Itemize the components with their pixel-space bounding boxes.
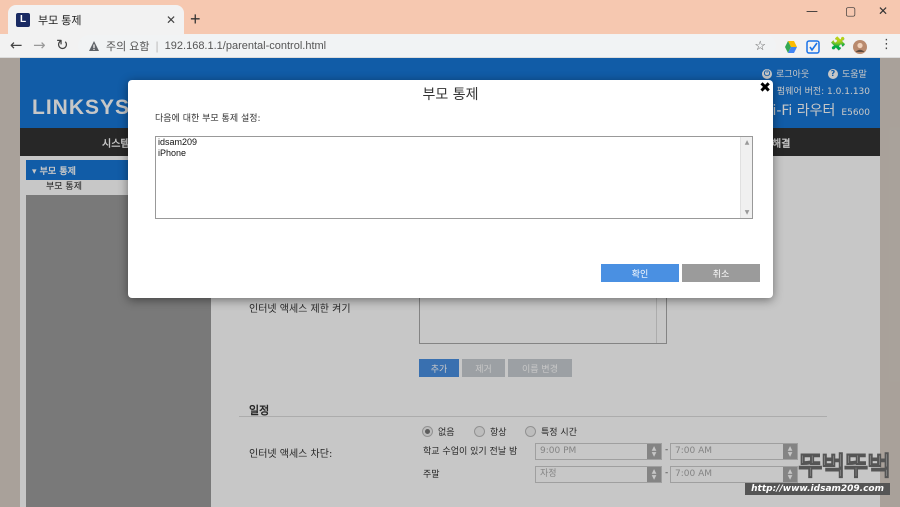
parental-control-dialog: 부모 통제 ✖ 다음에 대한 부모 통제 설정: idsam209 iPhone… <box>128 80 773 298</box>
linksys-favicon-icon: L <box>16 12 30 27</box>
bookmark-star-icon[interactable]: ☆ <box>754 38 766 54</box>
security-warning-text: 주의 요함 <box>106 41 150 53</box>
address-bar[interactable]: 주의 요함 | 192.168.1.1/parental-control.htm… <box>78 35 776 57</box>
tab-close-icon[interactable]: ✕ <box>166 13 176 27</box>
browser-menu-icon[interactable]: ⋮ <box>880 37 894 52</box>
close-icon[interactable]: ✖ <box>759 80 771 96</box>
scroll-down-icon[interactable]: ▼ <box>741 209 753 216</box>
cancel-button[interactable]: 취소 <box>682 264 760 282</box>
tab-title: 부모 통제 <box>38 14 82 27</box>
browser-tabbar: L 부모 통제 ✕ + — ▢ ✕ <box>0 0 900 34</box>
window-minimize-icon[interactable]: — <box>806 4 818 18</box>
extensions-puzzle-icon[interactable]: 🧩 <box>830 37 846 52</box>
window-close-icon[interactable]: ✕ <box>878 4 888 18</box>
warning-icon[interactable] <box>88 40 100 52</box>
google-drive-icon[interactable] <box>784 39 798 53</box>
forward-arrow-icon[interactable]: → <box>33 36 46 54</box>
browser-tab[interactable]: L 부모 통제 ✕ <box>8 5 184 34</box>
device-names-textarea[interactable]: idsam209 iPhone ▲ ▼ <box>155 136 753 219</box>
scroll-up-icon[interactable]: ▲ <box>741 139 753 146</box>
textarea-scrollbar[interactable]: ▲ ▼ <box>740 137 752 218</box>
watermark: 뚜벅뚜벅 http://www.idsam209.com <box>745 446 892 495</box>
ok-button[interactable]: 확인 <box>601 264 679 282</box>
url-text[interactable]: 192.168.1.1/parental-control.html <box>165 40 326 52</box>
dialog-description: 다음에 대한 부모 통제 설정: <box>155 114 261 124</box>
profile-avatar[interactable] <box>853 39 867 54</box>
back-arrow-icon[interactable]: ← <box>10 36 23 54</box>
address-separator: | <box>155 39 159 53</box>
window-maximize-icon[interactable]: ▢ <box>845 4 856 18</box>
reload-icon[interactable]: ↻ <box>56 36 69 54</box>
browser-toolbar: ← → ↻ 주의 요함 | 192.168.1.1/parental-contr… <box>0 34 900 58</box>
device-line: iPhone <box>158 148 187 158</box>
watermark-title: 뚜벅뚜벅 <box>798 452 892 483</box>
watermark-url: http://www.idsam209.com <box>745 483 890 495</box>
device-line: idsam209 <box>158 137 198 147</box>
new-tab-button[interactable]: + <box>190 9 201 30</box>
checkbox-extension-icon[interactable] <box>806 39 820 54</box>
dialog-title: 부모 통제 <box>422 87 479 103</box>
